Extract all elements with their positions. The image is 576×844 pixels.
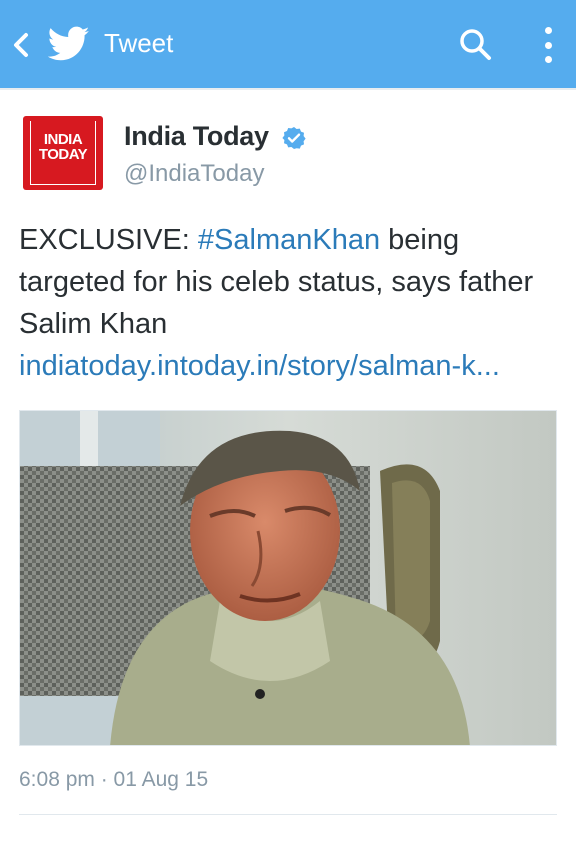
tweet-timestamp: 6:08 pm · 01 Aug 15 [19,768,209,791]
verified-badge-icon [282,126,306,150]
url-link[interactable]: indiatoday.intoday.in/story/salman-k... [19,350,500,382]
twitter-bird-icon [47,24,90,64]
author-handle[interactable]: @IndiaToday [124,160,264,188]
page-title: Tweet [104,28,174,58]
tweet-text: EXCLUSIVE: #SalmanKhan being targeted fo… [19,219,564,387]
search-icon[interactable] [456,26,496,64]
app-bar: Tweet [0,0,576,88]
avatar-logo-text: INDIA TODAY [23,132,103,162]
tweet-text-prefix: EXCLUSIVE: [19,224,198,256]
header-divider [0,88,576,90]
tweet-divider [19,814,557,815]
more-vertical-icon[interactable] [534,24,562,66]
avatar[interactable]: INDIA TODAY [23,116,103,190]
tweet-photo[interactable] [19,410,557,746]
avatar-text-line2: TODAY [38,146,88,163]
photo-image [20,411,556,745]
back-chevron-icon[interactable] [6,28,36,62]
avatar-text-line1: INDIA [43,131,83,148]
hashtag-link[interactable]: #SalmanKhan [198,224,380,256]
author-name[interactable]: India Today [124,121,269,152]
